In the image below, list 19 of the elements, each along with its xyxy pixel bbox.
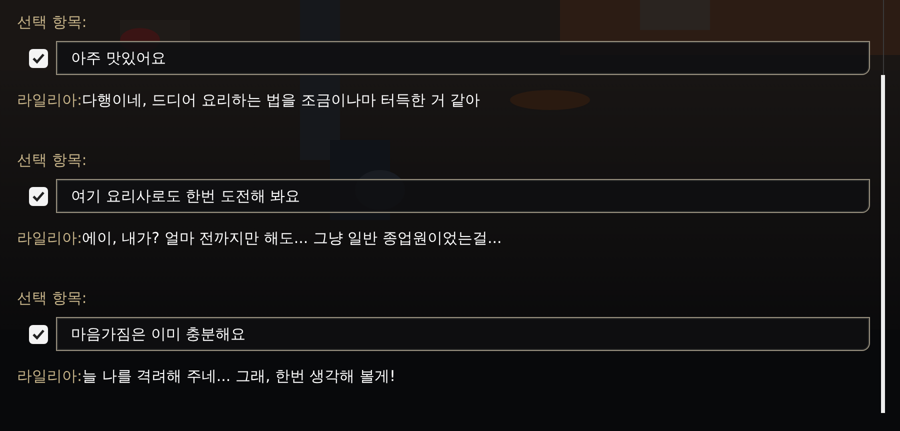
speaker-name: 라일리아:	[17, 91, 82, 109]
choice-prompt: 선택 항목:	[17, 150, 87, 171]
choice-option[interactable]: 마음가짐은 이미 충분해요	[56, 317, 870, 351]
dialogue-line: 다행이네, 드디어 요리하는 법을 조금이나마 터득한 거 같아	[82, 91, 480, 109]
dialogue-line: 늘 나를 격려해 주네... 그래, 한번 생각해 볼게!	[82, 367, 396, 385]
choice-prompt: 선택 항목:	[17, 12, 87, 33]
choice-option[interactable]: 아주 맛있어요	[56, 41, 870, 75]
checkbox[interactable]	[29, 324, 48, 344]
check-icon	[32, 190, 45, 202]
choice-prompt: 선택 항목:	[17, 288, 87, 309]
dialogue-line: 에이, 내가? 얼마 전까지만 해도... 그냥 일반 종업원이었는걸...	[82, 229, 502, 247]
scrollbar[interactable]	[881, 75, 885, 413]
checkbox[interactable]	[29, 48, 48, 68]
check-icon	[32, 328, 45, 340]
choice-option[interactable]: 여기 요리사로도 한번 도전해 봐요	[56, 179, 870, 213]
checkbox[interactable]	[29, 186, 48, 206]
check-icon	[32, 52, 45, 64]
speaker-name: 라일리아:	[17, 367, 82, 385]
speaker-name: 라일리아:	[17, 229, 82, 247]
